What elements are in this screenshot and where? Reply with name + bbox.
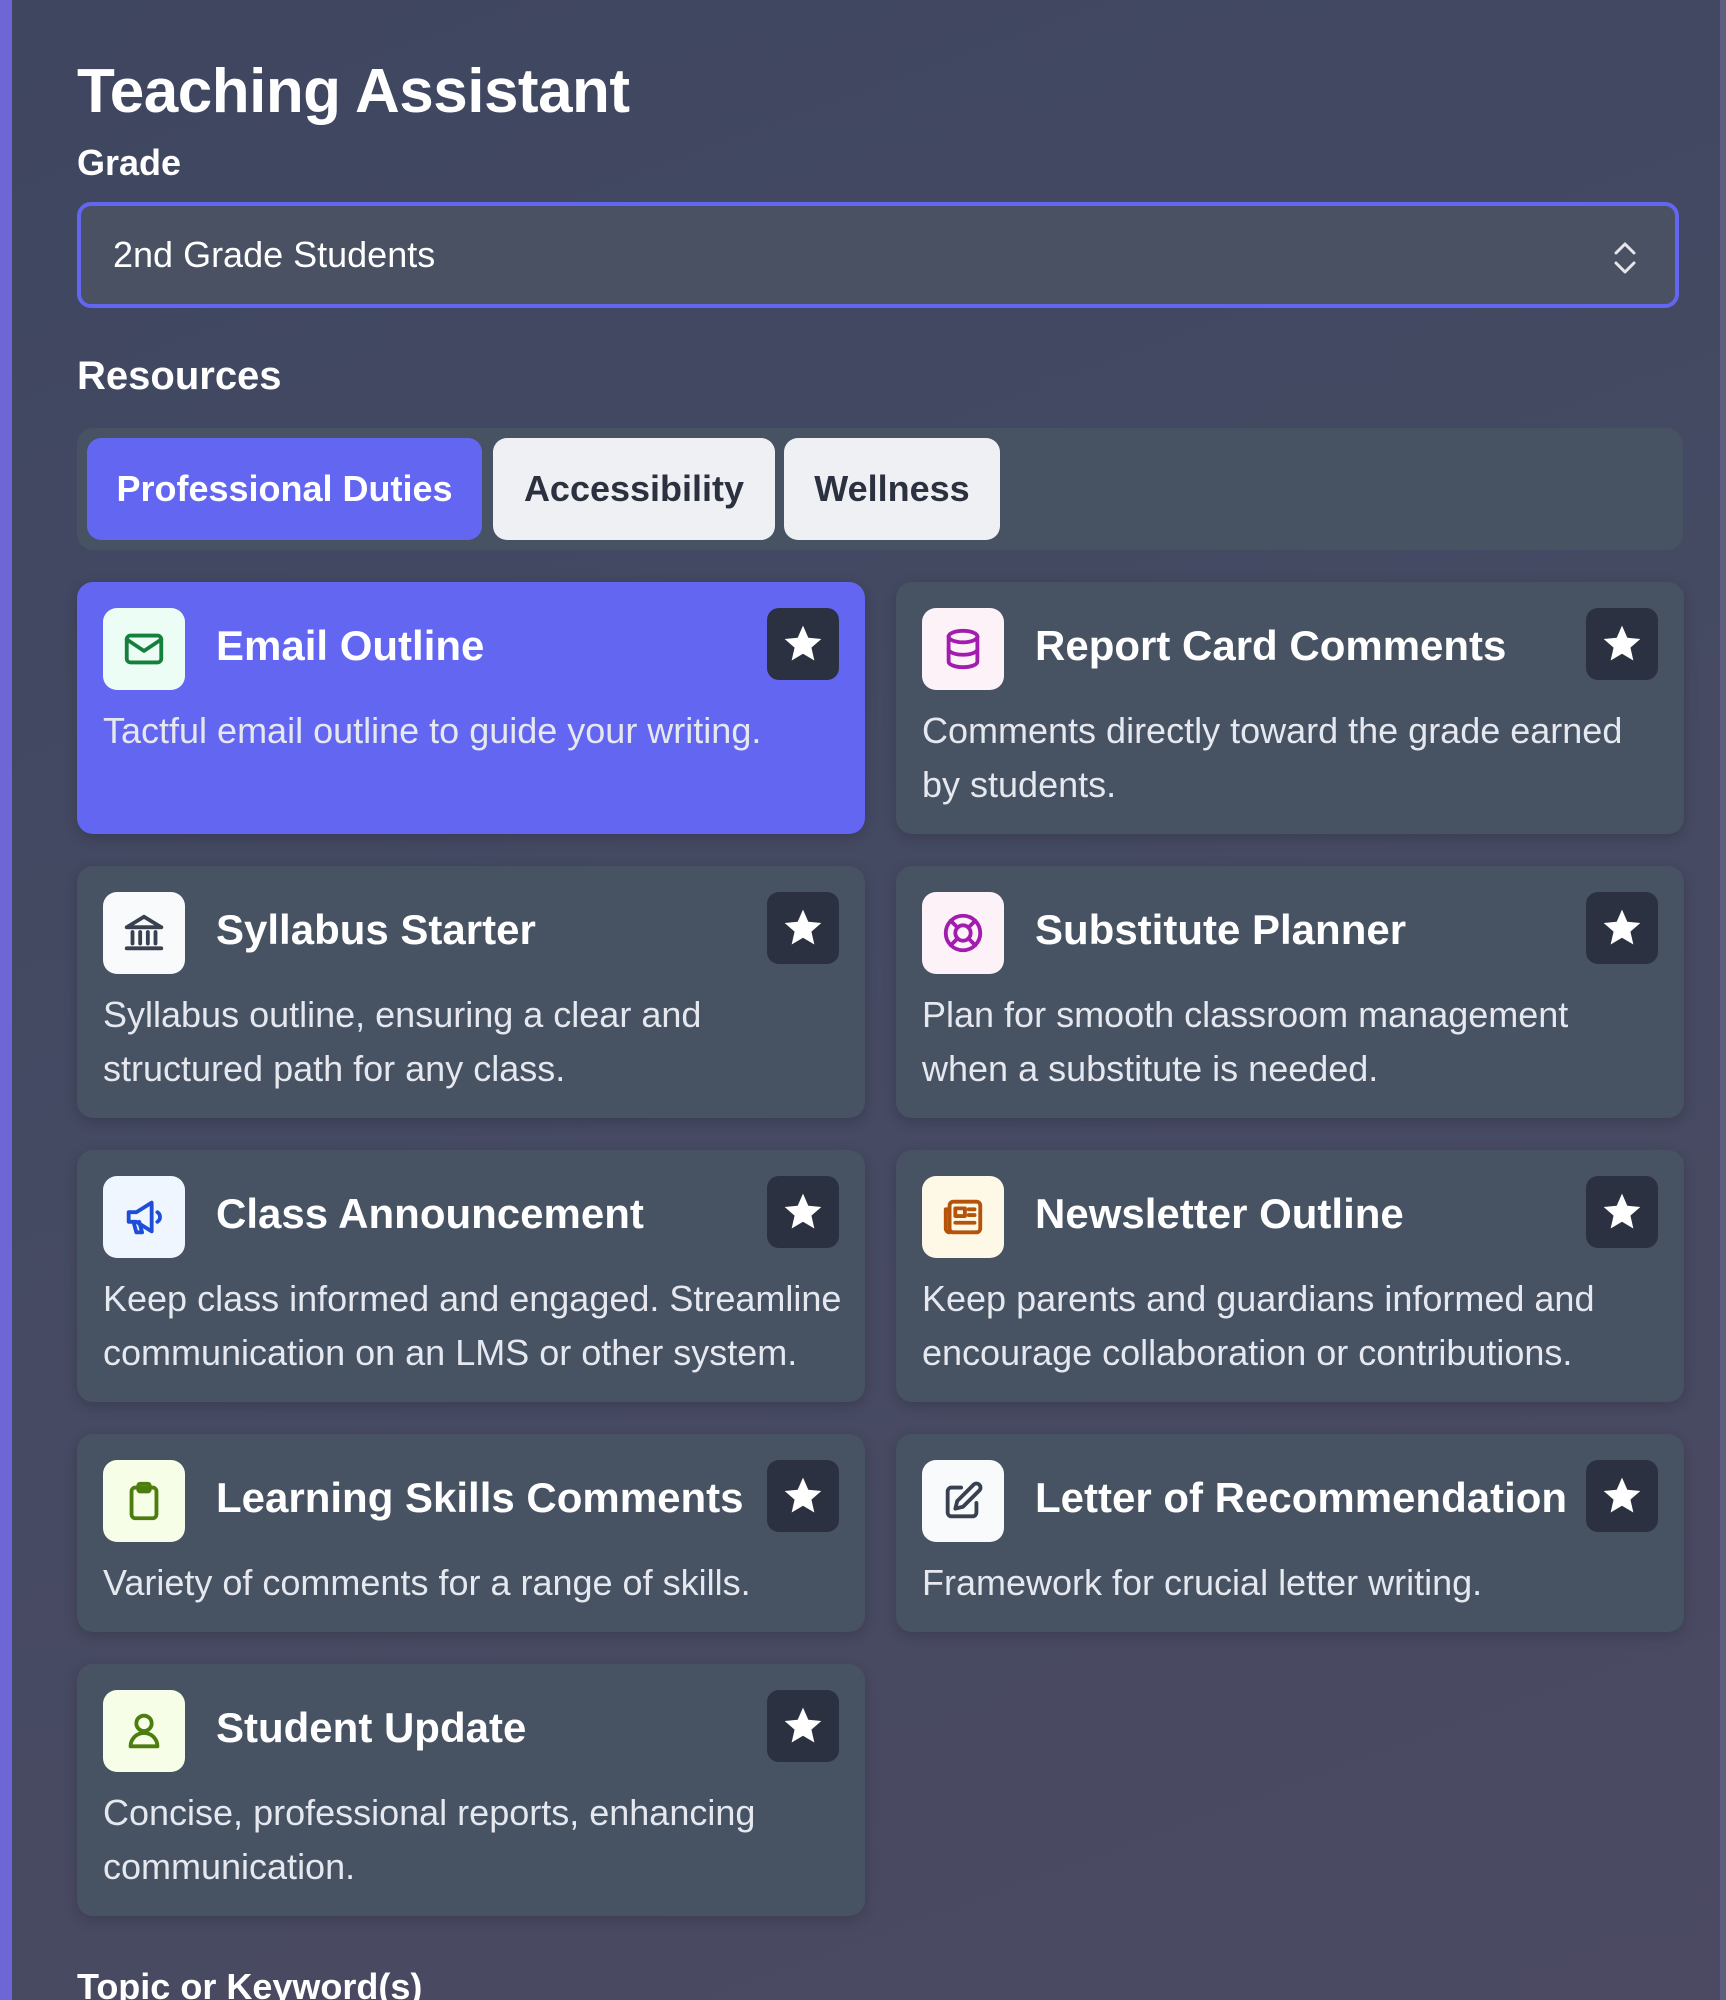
tab-wellness[interactable]: Wellness <box>784 438 1000 540</box>
building-columns-icon <box>124 914 164 951</box>
card-class-announcement[interactable]: Class Announcement Keep class informed a… <box>77 1150 865 1402</box>
card-title: Newsletter Outline <box>1035 1190 1404 1237</box>
favorite-button[interactable] <box>1586 892 1658 964</box>
user-icon <box>128 1713 160 1749</box>
grade-select-value: 2nd Grade Students <box>113 234 436 275</box>
favorite-button[interactable] <box>767 1460 839 1532</box>
teaching-assistant-panel: Teaching Assistant Grade 2nd Grade Stude… <box>12 0 1720 2000</box>
card-title: Substitute Planner <box>1035 906 1407 953</box>
card-description: Keep class informed and engaged. Streaml… <box>103 1278 842 1373</box>
card-description: Plan for smooth classroom management whe… <box>922 994 1569 1089</box>
star-icon <box>1603 909 1641 945</box>
star-icon <box>1603 625 1641 661</box>
newspaper-icon <box>943 1199 983 1235</box>
megaphone-icon <box>126 1200 162 1235</box>
star-icon <box>784 909 822 945</box>
card-description: Framework for crucial letter writing. <box>922 1562 1483 1603</box>
card-title: Letter of Recommendation <box>1035 1474 1568 1521</box>
card-newsletter-outline[interactable]: Newsletter Outline Keep parents and guar… <box>896 1150 1684 1402</box>
card-icon-box <box>103 892 185 974</box>
card-substitute-planner[interactable]: Substitute Planner Plan for smooth class… <box>896 866 1684 1118</box>
right-accent-bar <box>1720 0 1726 2000</box>
card-title: Student Update <box>216 1704 527 1751</box>
card-student-update[interactable]: Student Update Concise, professional rep… <box>77 1664 865 1916</box>
card-description: Syllabus outline, ensuring a clear and s… <box>103 994 702 1089</box>
card-description: Comments directly toward the grade earne… <box>922 710 1623 805</box>
tab-professional-duties[interactable]: Professional Duties <box>87 438 482 540</box>
card-syllabus-starter[interactable]: Syllabus Starter Syllabus outline, ensur… <box>77 866 865 1118</box>
favorite-button[interactable] <box>767 1176 839 1248</box>
card-email-outline[interactable]: Email Outline Tactful email outline to g… <box>77 582 865 834</box>
favorite-button[interactable] <box>767 1690 839 1762</box>
card-title: Report Card Comments <box>1035 622 1507 669</box>
topic-label: Topic or Keyword(s) <box>77 1966 423 2000</box>
card-icon-box <box>103 1176 185 1258</box>
database-icon <box>946 628 980 670</box>
favorite-button[interactable] <box>1586 1176 1658 1248</box>
chevron-up-down-icon <box>1614 242 1636 274</box>
grade-label: Grade <box>77 142 182 183</box>
star-icon <box>1603 1477 1641 1513</box>
left-accent-bar <box>0 0 12 2000</box>
grade-select[interactable]: 2nd Grade Students <box>77 202 1679 308</box>
card-description: Keep parents and guardians informed and … <box>922 1278 1595 1373</box>
card-description: Tactful email outline to guide your writ… <box>103 710 762 751</box>
tab-accessibility[interactable]: Accessibility <box>493 438 775 540</box>
clipboard-icon <box>129 1481 159 1521</box>
card-icon-box <box>922 1460 1004 1542</box>
star-icon <box>784 625 822 661</box>
card-icon-box <box>103 608 185 690</box>
lifebuoy-icon <box>943 913 983 953</box>
resources-tabbar: Professional Duties Accessibility Wellne… <box>77 428 1683 550</box>
favorite-button[interactable] <box>767 892 839 964</box>
mail-icon <box>124 633 164 665</box>
favorite-button[interactable] <box>1586 608 1658 680</box>
favorite-button[interactable] <box>1586 1460 1658 1532</box>
page-title: Teaching Assistant <box>77 57 630 126</box>
star-icon <box>784 1193 822 1229</box>
card-report-card-comments[interactable]: Report Card Comments Comments directly t… <box>896 582 1684 834</box>
resources-label: Resources <box>77 354 282 398</box>
card-icon-box <box>103 1460 185 1542</box>
card-icon-box <box>103 1690 185 1772</box>
star-icon <box>784 1707 822 1743</box>
favorite-button[interactable] <box>767 608 839 680</box>
card-icon-box <box>922 892 1004 974</box>
card-description: Concise, professional reports, enhancing… <box>103 1792 756 1887</box>
card-title: Learning Skills Comments <box>216 1474 744 1521</box>
card-title: Syllabus Starter <box>216 906 536 953</box>
star-icon <box>784 1477 822 1513</box>
card-title: Class Announcement <box>216 1190 644 1237</box>
pencil-square-icon <box>945 1481 983 1519</box>
card-icon-box <box>922 608 1004 690</box>
star-icon <box>1603 1193 1641 1229</box>
card-icon-box <box>922 1176 1004 1258</box>
card-letter-of-recommendation[interactable]: Letter of Recommendation Framework for c… <box>896 1434 1684 1632</box>
card-description: Variety of comments for a range of skill… <box>103 1562 751 1603</box>
card-title: Email Outline <box>216 622 485 669</box>
card-learning-skills-comments[interactable]: Learning Skills Comments Variety of comm… <box>77 1434 865 1632</box>
